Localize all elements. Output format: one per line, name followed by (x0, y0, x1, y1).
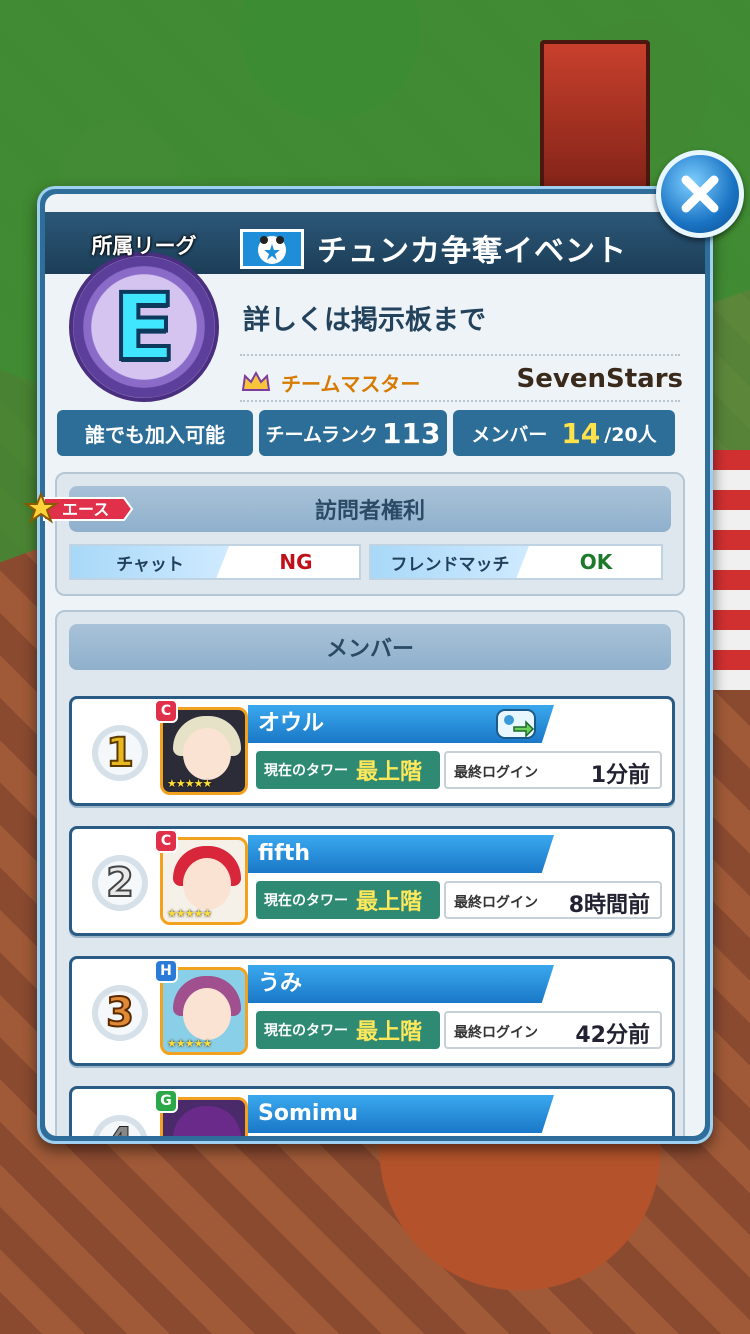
team-name: チュンカ争奪イベント (317, 234, 627, 269)
chat-permission: チャット NG (69, 544, 361, 580)
friend-match-label: フレンドマッチ (371, 546, 529, 578)
star-rating-icon: ★★★★★ (167, 1037, 212, 1050)
team-emblem-icon (240, 229, 304, 269)
tower-label: 現在のタワー (264, 1023, 348, 1039)
member-card[interactable]: 1 C ★★★★★ オウル 現在のタワー 最上階 最終ログイン 1分前 (69, 696, 675, 806)
league-badge: E (69, 252, 219, 402)
member-name: うみ (248, 965, 554, 1003)
close-icon (681, 175, 719, 213)
visitor-rights-title: 訪問者権利 (69, 486, 671, 532)
tower-value: 最上階 (356, 890, 423, 915)
star-rating-icon: ★★★★★ (167, 777, 212, 790)
background-tower (540, 40, 650, 210)
team-master-label: チームマスター (281, 372, 421, 396)
member-count-max: /20人 (604, 423, 657, 446)
join-policy-text: 誰でも加入可能 (85, 422, 225, 447)
team-master-name: SevenStars (516, 364, 683, 394)
current-tower: 現在のタワー 最上階 (256, 881, 440, 919)
member-count-current: 14 (561, 416, 601, 450)
close-button[interactable] (656, 150, 744, 238)
league-letter: E (111, 272, 178, 383)
member-card[interactable]: 2 C ★★★★★ fifth 現在のタワー 最上階 最終ログイン 8時間前 (69, 826, 675, 936)
ace-label: エース (62, 500, 109, 519)
member-name: fifth (248, 835, 554, 873)
rarity-badge: G (154, 1089, 178, 1113)
tower-value: 最上階 (356, 1020, 423, 1045)
team-rank-value: 113 (382, 416, 441, 450)
divider (240, 400, 680, 402)
visitor-rights-section: 訪問者権利 チャット NG フレンドマッチ OK (55, 472, 685, 596)
ace-badge: エース (24, 492, 134, 524)
login-value: 42分前 (575, 1023, 650, 1048)
last-login: 最終ログイン 8時間前 (444, 881, 662, 919)
login-label: 最終ログイン (454, 765, 538, 781)
rarity-badge: H (154, 959, 178, 983)
member-card[interactable]: 4 G Somimu (69, 1086, 675, 1136)
team-rank-label: チームランク (265, 423, 379, 446)
member-count-label: メンバー (471, 423, 548, 446)
member-rank: 4 (92, 1115, 148, 1136)
tower-label: 現在のタワー (264, 763, 348, 779)
last-login: 最終ログイン 1分前 (444, 751, 662, 789)
member-name: Somimu (248, 1095, 554, 1133)
transfer-icon[interactable] (496, 709, 536, 739)
last-login: 最終ログイン 42分前 (444, 1011, 662, 1049)
star-rating-icon: ★★★★★ (167, 907, 212, 920)
team-rank-badge: チームランク 113 (259, 410, 447, 456)
team-info-panel: 所属リーグ E チュンカ争奪イベント 詳しくは掲示板まで チームマスター Sev… (37, 186, 713, 1144)
team-description: 詳しくは掲示板まで (243, 305, 486, 336)
members-title: メンバー (69, 624, 671, 670)
login-value: 8時間前 (568, 893, 650, 918)
team-master-row: チームマスター SevenStars (241, 362, 683, 402)
rarity-badge: C (154, 829, 178, 853)
login-label: 最終ログイン (454, 1025, 538, 1041)
friend-match-value: OK (579, 550, 613, 574)
member-count-badge: メンバー 14 /20人 (453, 410, 675, 456)
league-label: 所属リーグ (91, 234, 197, 258)
tower-value: 最上階 (356, 760, 423, 785)
member-rank: 1 (92, 725, 148, 781)
login-value: 1分前 (590, 763, 650, 788)
login-label: 最終ログイン (454, 895, 538, 911)
tower-label: 現在のタワー (264, 893, 348, 909)
member-rank: 3 (92, 985, 148, 1041)
current-tower: 現在のタワー 最上階 (256, 1011, 440, 1049)
current-tower: 現在のタワー 最上階 (256, 751, 440, 789)
divider (240, 354, 680, 356)
chat-label: チャット (71, 546, 229, 578)
friend-match-permission: フレンドマッチ OK (369, 544, 663, 580)
member-rank: 2 (92, 855, 148, 911)
join-policy-badge: 誰でも加入可能 (57, 410, 253, 456)
rarity-badge: C (154, 699, 178, 723)
member-card[interactable]: 3 H ★★★★★ うみ 現在のタワー 最上階 最終ログイン 42分前 (69, 956, 675, 1066)
members-section: メンバー 1 C ★★★★★ オウル 現在のタワー 最上階 最終ログイン 1分前… (55, 610, 685, 1136)
chat-value: NG (279, 550, 313, 574)
crown-icon (241, 370, 271, 391)
